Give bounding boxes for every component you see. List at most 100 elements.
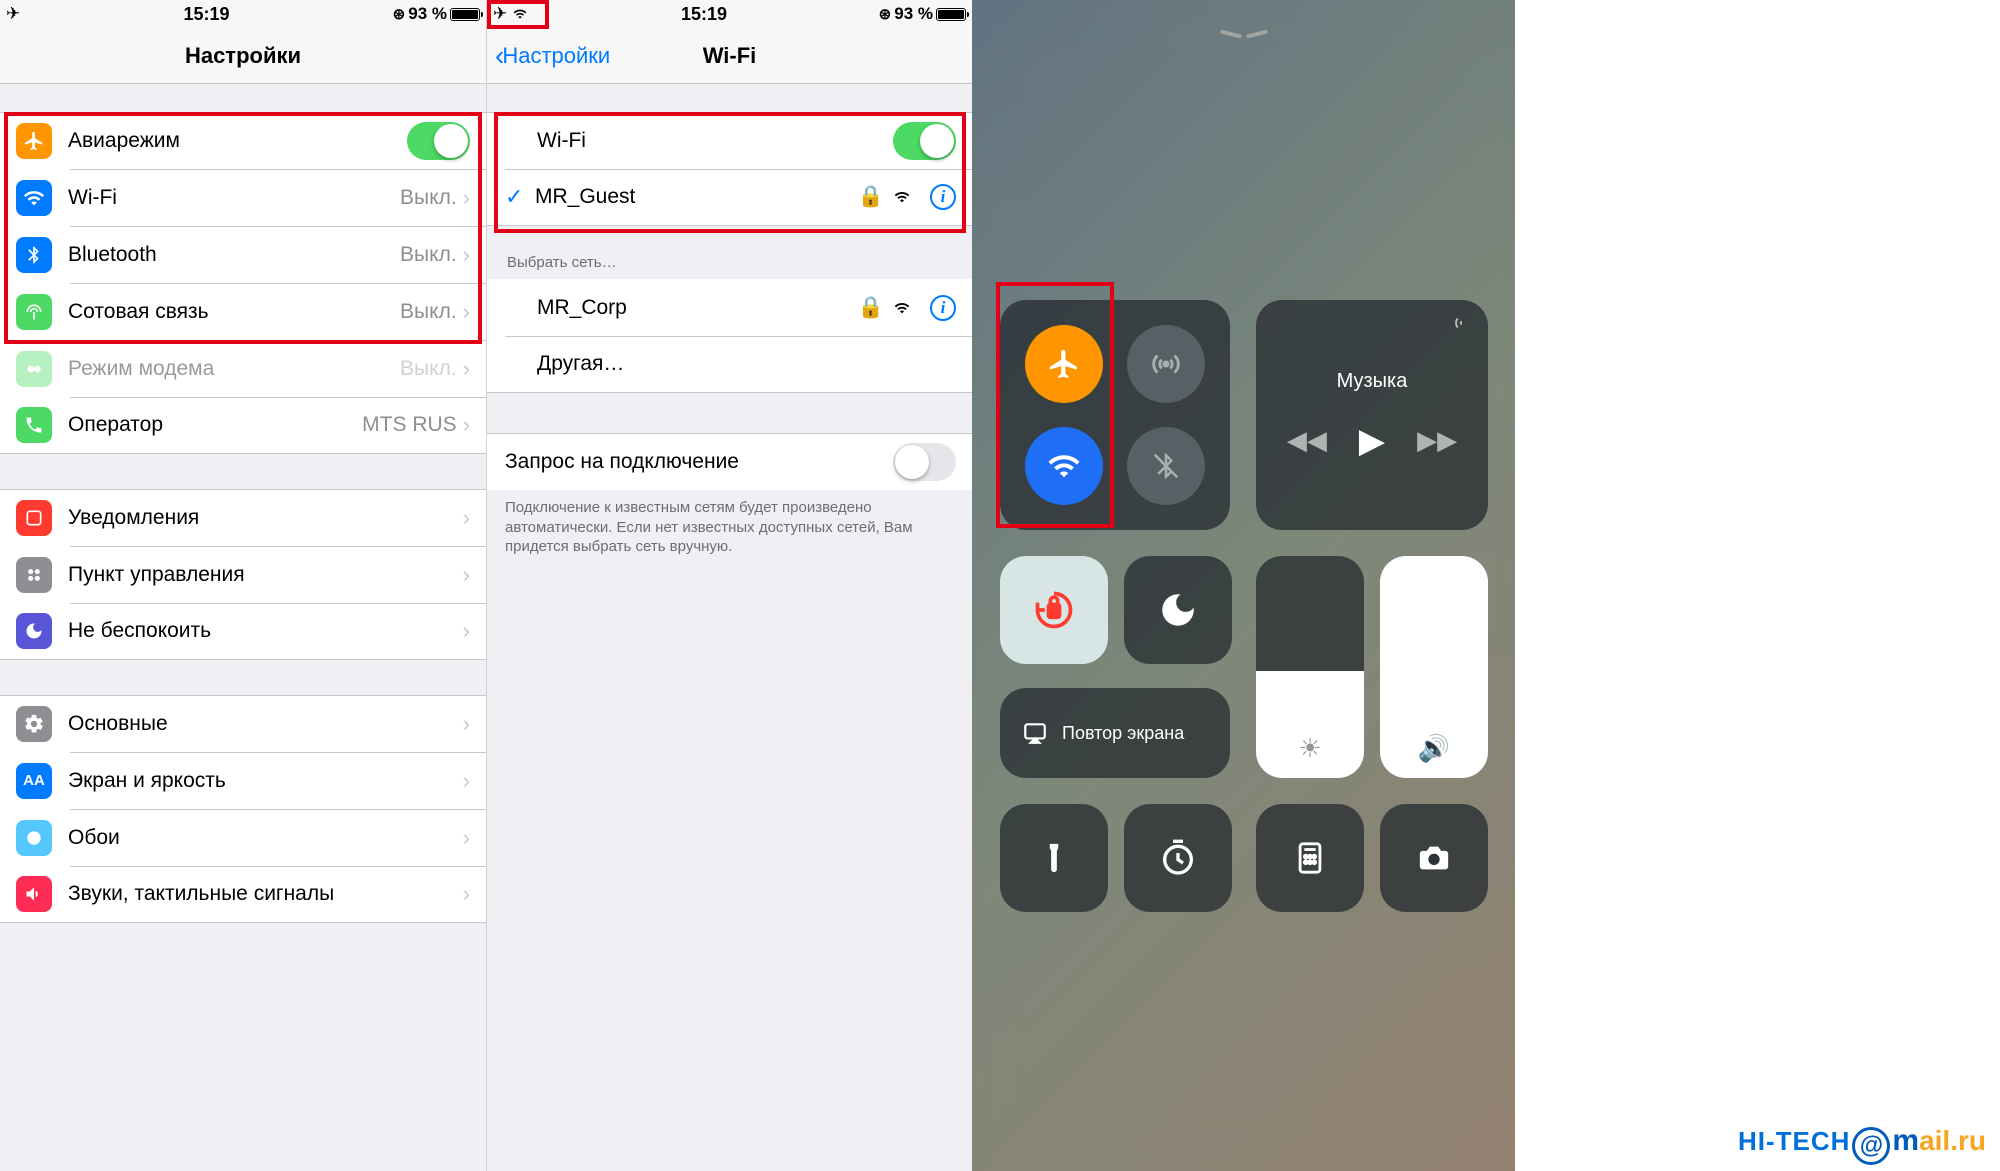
calculator-button[interactable] (1256, 804, 1364, 912)
lock-icon: 🔒 (858, 185, 884, 209)
row-detail: Выкл. (400, 300, 457, 324)
row-sounds[interactable]: Звуки, тактильные сигналы › (0, 866, 486, 923)
volume-slider[interactable]: 🔊 (1380, 556, 1488, 778)
wifi-signal-icon (892, 300, 912, 316)
next-icon[interactable]: ▶▶ (1417, 425, 1457, 456)
timer-button[interactable] (1124, 804, 1232, 912)
mirror-label: Повтор экрана (1062, 723, 1184, 744)
row-label: Основные (68, 712, 463, 736)
highlight-connectivity (996, 282, 1114, 528)
prev-icon[interactable]: ◀◀ (1287, 425, 1327, 456)
network-name: Другая… (537, 352, 956, 376)
row-wallpaper[interactable]: Обои › (0, 809, 486, 866)
row-label: Экран и яркость (68, 769, 463, 793)
control-center-icon (16, 557, 52, 593)
switch-off[interactable] (893, 443, 956, 481)
info-icon[interactable]: i (930, 295, 956, 321)
music-label: Музыка (1337, 370, 1408, 393)
row-bluetooth[interactable]: Bluetooth Выкл. › (0, 226, 486, 283)
chevron-right-icon: › (463, 711, 470, 737)
grabber-icon[interactable] (1220, 30, 1268, 38)
loading-icon: ⊛ (393, 5, 406, 23)
wifi-toggle-row[interactable]: Wi-Fi (487, 112, 972, 169)
connected-network-row[interactable]: ✓ MR_Guest 🔒 i (487, 169, 972, 226)
airplay-corner-icon (1454, 312, 1476, 334)
ask-to-join-row[interactable]: Запрос на подключение (487, 433, 972, 490)
wifi-signal-icon (892, 189, 912, 205)
moon-icon (16, 613, 52, 649)
switch-on[interactable] (407, 122, 470, 160)
chevron-right-icon: › (463, 881, 470, 907)
battery-pct: 93 % (894, 4, 933, 24)
camera-button[interactable] (1380, 804, 1488, 912)
network-name: MR_Guest (535, 185, 858, 209)
row-detail: Выкл. (400, 243, 457, 267)
page-title: Настройки (185, 43, 301, 69)
notifications-icon (16, 500, 52, 536)
battery-pct: 93 % (408, 4, 447, 24)
brightness-icon: ☀ (1298, 733, 1321, 764)
nav-bar: Настройки (0, 28, 486, 84)
row-general[interactable]: Основные › (0, 695, 486, 752)
flashlight-button[interactable] (1000, 804, 1108, 912)
page-title: Wi-Fi (703, 43, 757, 69)
wifi-icon (16, 180, 52, 216)
row-label: Авиарежим (68, 129, 407, 153)
chevron-right-icon: › (463, 185, 470, 211)
row-notifications[interactable]: Уведомления › (0, 489, 486, 546)
play-icon[interactable]: ▶ (1359, 421, 1385, 461)
cc-bluetooth-button[interactable] (1127, 427, 1205, 505)
chevron-right-icon: › (463, 768, 470, 794)
info-icon[interactable]: i (930, 184, 956, 210)
airplane-icon: ✈︎ (493, 4, 507, 24)
lock-icon: 🔒 (858, 296, 884, 320)
chevron-right-icon: › (463, 505, 470, 531)
cc-cellular-button[interactable] (1127, 325, 1205, 403)
chevron-right-icon: › (463, 412, 470, 438)
status-time: 15:19 (681, 4, 727, 25)
network-name: MR_Corp (537, 296, 858, 320)
row-label: Оператор (68, 413, 362, 437)
wifi-screen: ✈︎ 15:19 ⊛ 93 % ‹Настройки Wi-Fi Wi-Fi ✓… (486, 0, 972, 1171)
row-control-center[interactable]: Пункт управления › (0, 546, 486, 603)
settings-screen: ✈︎ 15:19 ⊛ 93 % Настройки Авиарежим Wi-F… (0, 0, 486, 1171)
orientation-lock-button[interactable] (1000, 556, 1108, 664)
dnd-button[interactable] (1124, 556, 1232, 664)
choose-network-header: Выбрать сеть… (487, 246, 972, 279)
watermark-right: ail.ru (1919, 1125, 1986, 1156)
row-display[interactable]: AA Экран и яркость › (0, 752, 486, 809)
row-label: Режим модема (68, 357, 400, 381)
wallpaper-icon (16, 820, 52, 856)
battery-icon (936, 8, 966, 21)
row-label: Запрос на подключение (505, 450, 893, 474)
music-tile[interactable]: Музыка ◀◀ ▶ ▶▶ (1256, 300, 1488, 530)
airplane-icon: ✈︎ (6, 4, 20, 24)
check-icon: ✓ (505, 184, 525, 210)
mirror-icon (1020, 720, 1050, 746)
row-carrier[interactable]: Оператор MTS RUS › (0, 397, 486, 454)
row-label: Обои (68, 826, 463, 850)
row-wifi[interactable]: Wi-Fi Выкл. › (0, 169, 486, 226)
chevron-right-icon: › (463, 299, 470, 325)
row-label: Wi-Fi (68, 186, 400, 210)
row-hotspot: Режим модема Выкл. › (0, 340, 486, 397)
row-detail: Выкл. (400, 357, 457, 381)
screen-mirror-button[interactable]: Повтор экрана (1000, 688, 1230, 778)
row-label: Bluetooth (68, 243, 400, 267)
row-cellular[interactable]: Сотовая связь Выкл. › (0, 283, 486, 340)
volume-icon: 🔊 (1418, 733, 1450, 764)
switch-on[interactable] (893, 122, 956, 160)
network-row[interactable]: MR_Corp 🔒 i (487, 279, 972, 336)
row-detail: Выкл. (400, 186, 457, 210)
row-detail: MTS RUS (362, 413, 457, 437)
chevron-right-icon: › (463, 825, 470, 851)
chevron-right-icon: › (463, 562, 470, 588)
row-dnd[interactable]: Не беспокоить › (0, 603, 486, 660)
row-airplane[interactable]: Авиарежим (0, 112, 486, 169)
other-network-row[interactable]: Другая… (487, 336, 972, 393)
row-label: Не беспокоить (68, 619, 463, 643)
brightness-slider[interactable]: ☀ (1256, 556, 1364, 778)
back-button[interactable]: ‹Настройки (495, 40, 610, 72)
sounds-icon (16, 876, 52, 912)
watermark-left: HI-TECH (1738, 1126, 1850, 1156)
